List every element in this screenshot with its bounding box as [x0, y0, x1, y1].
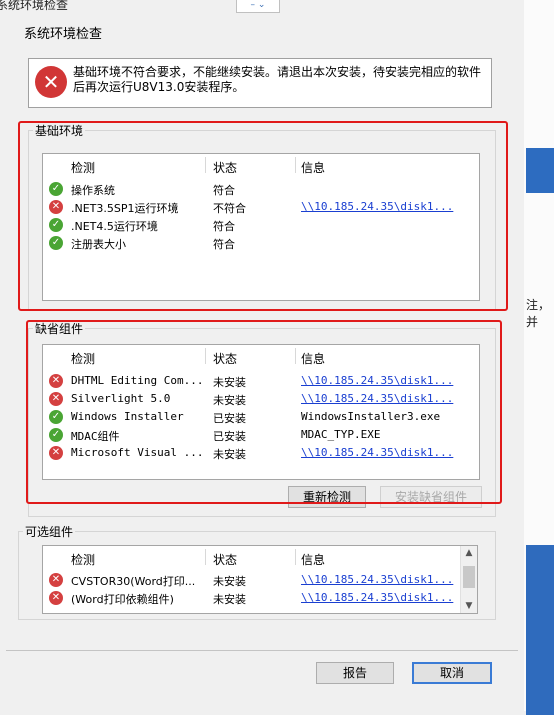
window-menu-dropdown[interactable]: – ⌄	[236, 0, 280, 13]
item-status: 未安装	[213, 575, 246, 588]
system-check-dialog: 系统环境检查 – ⌄ 系统环境检查 ✕ 基础环境不符合要求，不能继续安装。请退出…	[0, 0, 525, 711]
scroll-down-icon[interactable]: ▼	[461, 601, 477, 611]
scrollbar-thumb[interactable]	[463, 566, 475, 588]
list-header: 检测 状态 信息	[43, 546, 477, 568]
background-text: 注，并	[526, 298, 551, 329]
column-header-info[interactable]: 信息	[301, 551, 325, 568]
item-name: (Word打印依赖组件)	[71, 593, 174, 606]
background-panel	[526, 148, 554, 193]
report-button[interactable]: 报告	[316, 662, 394, 684]
error-icon: ✕	[35, 66, 67, 98]
item-info-link[interactable]: \\10.185.24.35\disk1...	[301, 573, 453, 586]
error-icon: ✕	[49, 591, 63, 605]
column-header-status[interactable]: 状态	[213, 551, 237, 568]
vertical-scrollbar[interactable]: ▲ ▼	[460, 546, 477, 613]
optional-components-title: 可选组件	[25, 525, 74, 539]
error-message-box: ✕ 基础环境不符合要求，不能继续安装。请退出本次安装，待安装完相应的软件后再次运…	[28, 58, 492, 108]
window-title: 系统环境检查	[0, 0, 69, 12]
footer-divider	[6, 650, 518, 651]
highlight-box-default	[26, 320, 502, 504]
scroll-up-icon[interactable]: ▲	[461, 548, 477, 558]
highlight-box-basic	[18, 121, 508, 311]
error-icon: ✕	[49, 573, 63, 587]
column-header-check[interactable]: 检测	[71, 551, 95, 568]
list-item[interactable]: ✕ CVSTOR30(Word打印... 未安装 \\10.185.24.35\…	[43, 571, 477, 589]
item-info-link[interactable]: \\10.185.24.35\disk1...	[301, 591, 453, 604]
item-name: CVSTOR30(Word打印...	[71, 575, 196, 588]
list-item[interactable]: ✕ (Word打印依赖组件) 未安装 \\10.185.24.35\disk1.…	[43, 589, 477, 607]
error-message-text: 基础环境不符合要求，不能继续安装。请退出本次安装，待安装完相应的软件后再次运行U…	[73, 65, 482, 94]
item-status: 未安装	[213, 593, 246, 606]
page-title: 系统环境检查	[24, 27, 103, 42]
optional-components-list[interactable]: 检测 状态 信息 ✕ CVSTOR30(Word打印... 未安装 \\10.1…	[42, 545, 478, 614]
background-window: 注，并	[524, 0, 554, 715]
background-panel-bottom	[526, 545, 554, 715]
cancel-button[interactable]: 取消	[412, 662, 492, 684]
